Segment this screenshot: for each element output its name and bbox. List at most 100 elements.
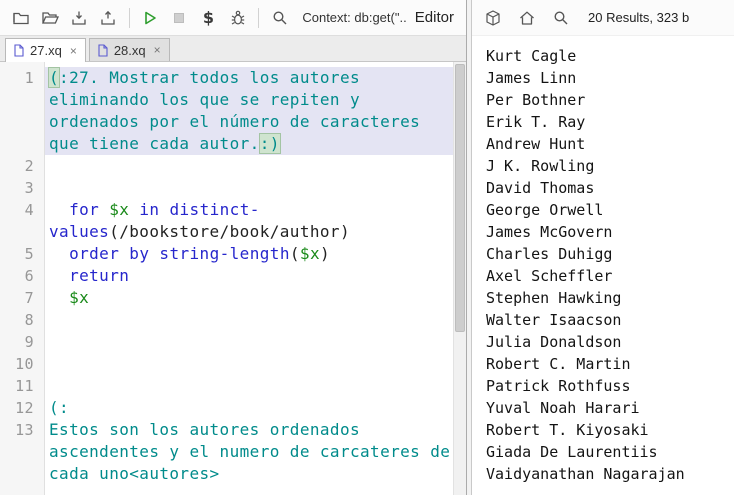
scrollbar-thumb[interactable] bbox=[455, 64, 465, 333]
results-panel: 20 Results, 323 b Kurt Cagle James Linn Pe… bbox=[472, 0, 734, 495]
result-item[interactable]: Per Bothner bbox=[486, 89, 734, 111]
tab-label: 28.xq bbox=[113, 42, 146, 58]
close-tab-icon[interactable]: × bbox=[70, 45, 77, 57]
line-number: 13 bbox=[15, 421, 34, 439]
line-number: 9 bbox=[24, 333, 34, 351]
code-text[interactable] bbox=[44, 331, 453, 353]
package-button[interactable] bbox=[480, 5, 506, 31]
home-icon bbox=[520, 11, 534, 25]
home-button[interactable] bbox=[514, 5, 540, 31]
stop-icon bbox=[174, 12, 185, 23]
result-item[interactable]: George Orwell bbox=[486, 199, 734, 221]
search-button[interactable] bbox=[267, 5, 292, 31]
context-label: Context: db:get("... bbox=[302, 10, 407, 25]
result-item[interactable]: Yuval Noah Harari bbox=[486, 397, 734, 419]
code-text[interactable]: $x bbox=[44, 287, 453, 309]
result-item[interactable]: Kurt Cagle bbox=[486, 45, 734, 67]
code-line[interactable]: 1 (:27. Mostrar todos los autores elimina… bbox=[0, 67, 453, 155]
open-file-icon bbox=[41, 11, 59, 24]
code-line[interactable]: 5 order by string-length($x) bbox=[0, 243, 453, 265]
run-button[interactable] bbox=[138, 5, 163, 31]
editor-tabbar: 27.xq × 28.xq × bbox=[0, 36, 466, 62]
code-text[interactable]: Estos son los autores ordenados ascenden… bbox=[44, 419, 453, 485]
line-number: 5 bbox=[24, 245, 34, 263]
result-item[interactable]: James Linn bbox=[486, 67, 734, 89]
external-variables-button[interactable]: $ bbox=[196, 5, 221, 31]
result-item[interactable]: Robert C. Martin bbox=[486, 353, 734, 375]
code-line[interactable]: 11 bbox=[0, 375, 453, 397]
result-item[interactable]: David Thomas bbox=[486, 177, 734, 199]
results-toolbar: 20 Results, 323 b bbox=[472, 0, 734, 36]
new-file-button[interactable] bbox=[8, 5, 33, 31]
results-list: Kurt Cagle James Linn Per Bothner Erik T. R… bbox=[472, 36, 734, 495]
result-item[interactable]: Robert T. Kiyosaki bbox=[486, 419, 734, 441]
result-item[interactable]: Giada De Laurentiis bbox=[486, 441, 734, 463]
code-text[interactable]: (: bbox=[44, 397, 453, 419]
code-line[interactable]: 13 Estos son los autores ordenados ascend… bbox=[0, 419, 453, 485]
search-icon bbox=[273, 10, 287, 24]
save-icon bbox=[72, 11, 86, 25]
tab-label: 27.xq bbox=[30, 43, 62, 58]
line-number: 4 bbox=[24, 201, 34, 219]
code-text[interactable] bbox=[44, 353, 453, 375]
line-number: 2 bbox=[24, 157, 34, 175]
tab-27xq[interactable]: 27.xq × bbox=[5, 38, 86, 62]
xquery-file-icon bbox=[98, 43, 108, 57]
result-item[interactable]: Axel Scheffler bbox=[486, 265, 734, 287]
editor-panel-title: Editor bbox=[414, 9, 454, 26]
code-line[interactable]: 4 for $x in distinct-values(/bookstore/b… bbox=[0, 199, 453, 243]
line-number: 1 bbox=[24, 69, 34, 87]
code-text[interactable]: for $x in distinct-values(/bookstore/boo… bbox=[44, 199, 453, 243]
code-line[interactable]: 6 return bbox=[0, 265, 453, 287]
new-file-icon bbox=[12, 12, 29, 24]
code-text[interactable] bbox=[44, 309, 453, 331]
code-line[interactable]: 9 bbox=[0, 331, 453, 353]
result-item[interactable]: Julia Donaldson bbox=[486, 331, 734, 353]
export-icon bbox=[101, 10, 115, 25]
code-text[interactable]: (:27. Mostrar todos los autores eliminan… bbox=[44, 67, 453, 155]
result-item[interactable]: J K. Rowling bbox=[486, 155, 734, 177]
result-item[interactable]: Andrew Hunt bbox=[486, 133, 734, 155]
code-text[interactable]: order by string-length($x) bbox=[44, 243, 453, 265]
line-number: 7 bbox=[24, 289, 34, 307]
open-file-button[interactable] bbox=[37, 5, 62, 31]
line-number: 6 bbox=[24, 267, 34, 285]
code-line[interactable]: 3 bbox=[0, 177, 453, 199]
tab-28xq[interactable]: 28.xq × bbox=[88, 38, 170, 61]
close-tab-icon[interactable]: × bbox=[154, 44, 161, 56]
code-line[interactable]: 10 bbox=[0, 353, 453, 375]
run-icon bbox=[145, 11, 156, 24]
save-button[interactable] bbox=[66, 5, 91, 31]
editor-scrollbar[interactable] bbox=[453, 62, 466, 495]
xquery-file-icon bbox=[14, 44, 24, 57]
package-icon bbox=[486, 9, 500, 26]
result-item[interactable]: James McGovern bbox=[486, 221, 734, 243]
result-item[interactable]: Charles Duhigg bbox=[486, 243, 734, 265]
result-item[interactable]: Patrick Rothfuss bbox=[486, 375, 734, 397]
code-text[interactable] bbox=[44, 375, 453, 397]
code-line[interactable]: 7 $x bbox=[0, 287, 453, 309]
toolbar-separator bbox=[258, 7, 260, 28]
result-item[interactable]: Erik T. Ray bbox=[486, 111, 734, 133]
code-text[interactable]: return bbox=[44, 265, 453, 287]
result-item[interactable]: Stephen Hawking bbox=[486, 287, 734, 309]
result-item[interactable]: Vaidyanathan Nagarajan bbox=[486, 463, 734, 485]
code-line[interactable]: 2 bbox=[0, 155, 453, 177]
basex-editor-window: $ Context: db:get("... Editor 27.xq × 28… bbox=[0, 0, 734, 495]
export-button[interactable] bbox=[95, 5, 120, 31]
dollar-icon: $ bbox=[202, 8, 215, 27]
stop-button[interactable] bbox=[167, 5, 192, 31]
line-number: 12 bbox=[15, 399, 34, 417]
result-item[interactable]: Walter Isaacson bbox=[486, 309, 734, 331]
code-text[interactable] bbox=[44, 177, 453, 199]
code-line[interactable]: 8 bbox=[0, 309, 453, 331]
code-line[interactable]: 12 (: bbox=[0, 397, 453, 419]
search-results-button[interactable] bbox=[548, 5, 574, 31]
code-editor[interactable]: 1 (:27. Mostrar todos los autores elimina… bbox=[0, 62, 466, 495]
editor-lines[interactable]: 1 (:27. Mostrar todos los autores elimina… bbox=[0, 62, 453, 495]
line-number: 3 bbox=[24, 179, 34, 197]
code-text[interactable] bbox=[44, 155, 453, 177]
bug-icon bbox=[231, 10, 244, 25]
debug-button[interactable] bbox=[225, 5, 250, 31]
line-number: 10 bbox=[15, 355, 34, 373]
